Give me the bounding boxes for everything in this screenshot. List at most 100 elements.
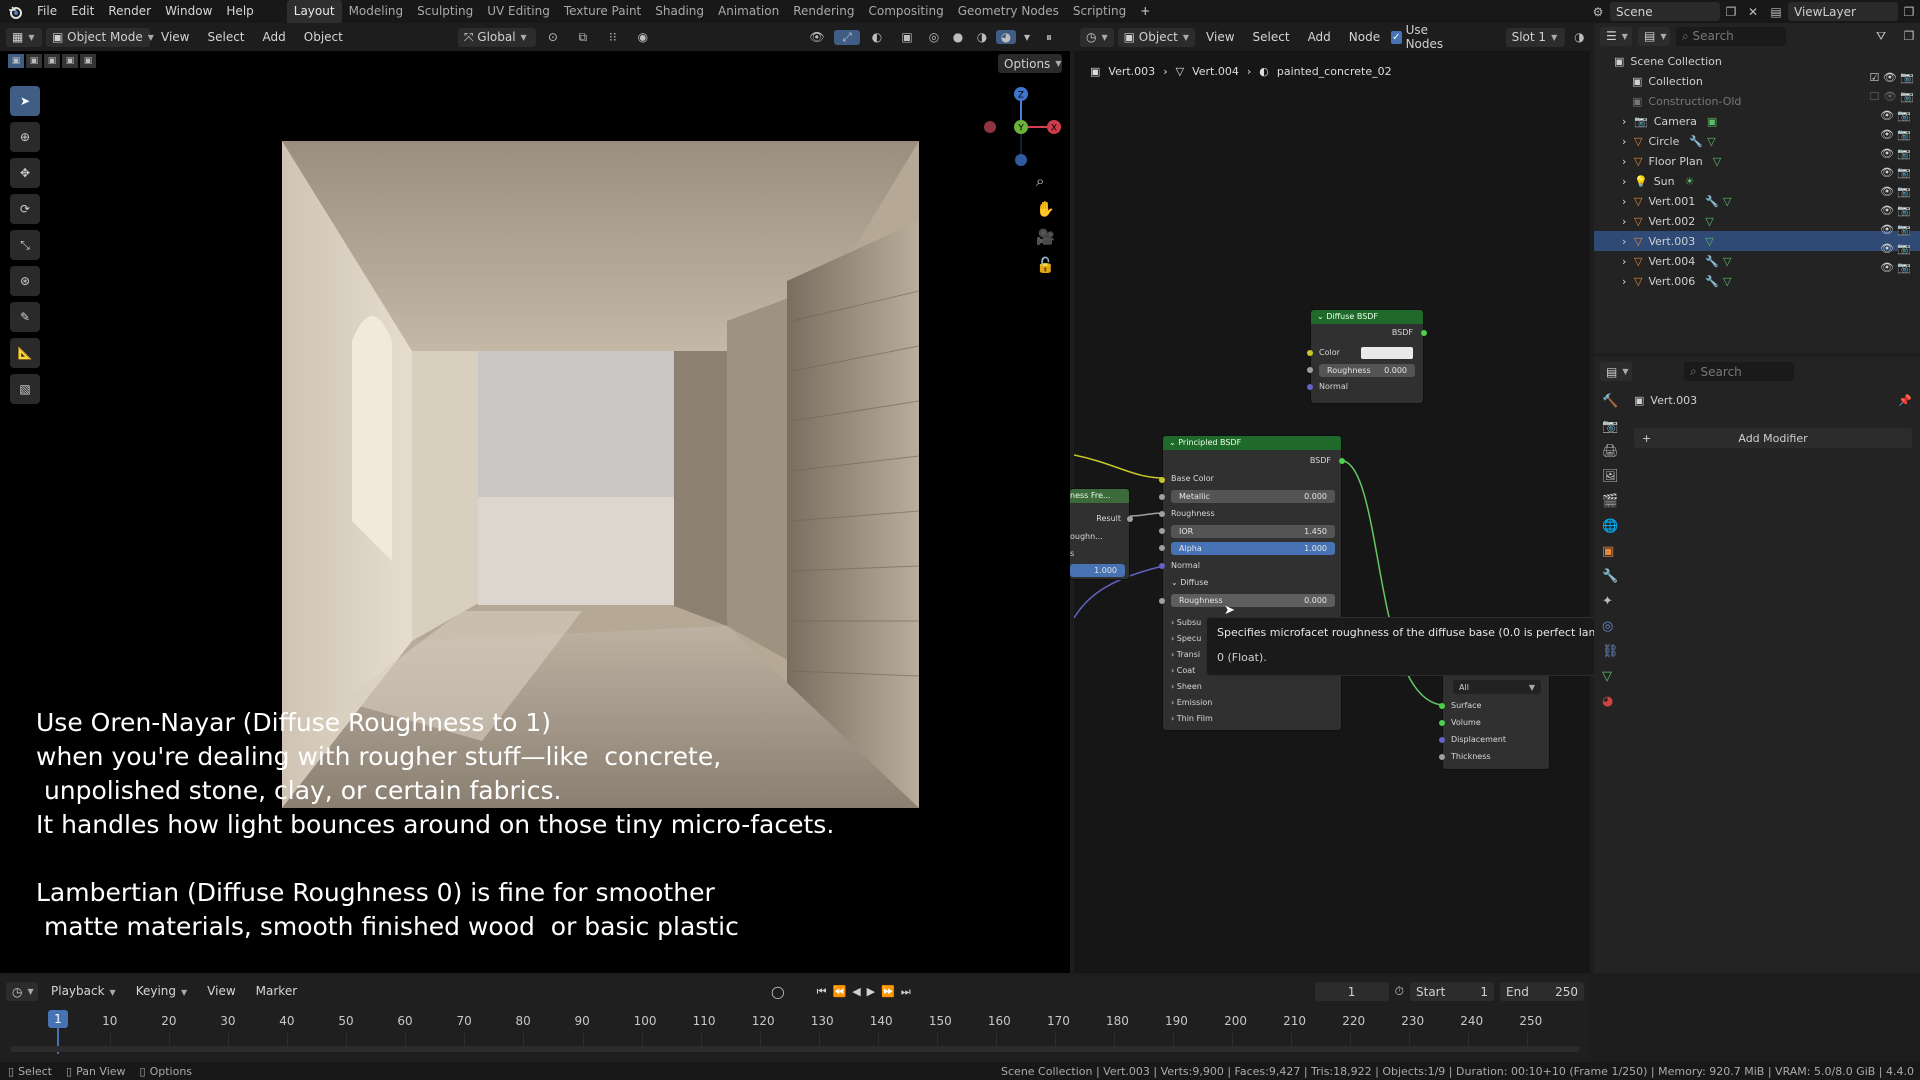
end-frame-field[interactable]: End 250 <box>1500 982 1584 1001</box>
alpha-field[interactable]: Alpha 1.000 <box>1171 542 1335 555</box>
visibility-toggles-camera[interactable]: 👁 📷 <box>1869 109 1914 122</box>
playhead[interactable]: 1 <box>48 1010 68 1028</box>
particles-properties-tab[interactable]: ✦ <box>1602 594 1619 609</box>
cursor-tool[interactable]: ⊕ <box>10 122 40 152</box>
normal-socket[interactable] <box>1307 384 1313 390</box>
view-layer-icon[interactable]: ▤ <box>1764 5 1788 19</box>
transform-orientation-selector[interactable]: ⤧ Global ▼ <box>457 27 536 47</box>
lock-icon[interactable]: 🔓 <box>1036 256 1055 274</box>
start-frame-field[interactable]: Start 1 <box>1410 982 1494 1001</box>
menu-edit[interactable]: Edit <box>64 0 101 23</box>
roughness-field[interactable]: Roughness 0.000 <box>1319 364 1415 377</box>
principled-bsdf-node[interactable]: ⌄ Principled BSDF BSDF Base Color Metall… <box>1159 435 1345 731</box>
material-output-node[interactable]: All ▼ Surface Volume Displacement Thickne… <box>1439 670 1550 770</box>
visibility-icon[interactable]: 👁 <box>804 30 830 44</box>
visibility-toggles-collection[interactable]: ☑ 👁 📷 <box>1869 71 1914 84</box>
visibility-toggles-vert002[interactable]: 👁 📷 <box>1869 204 1914 217</box>
color-socket[interactable] <box>1307 350 1313 356</box>
tab-shading[interactable]: Shading <box>648 0 711 23</box>
expand-arrow-icon[interactable]: › <box>1622 195 1634 208</box>
visibility-toggles-circle[interactable]: 👁 📷 <box>1869 128 1914 141</box>
pivot-icon[interactable]: ⊙ <box>540 30 566 44</box>
hand-pan-icon[interactable]: ✋ <box>1036 200 1055 218</box>
select-extend-icon[interactable]: ▣ <box>26 54 42 68</box>
visibility-toggles-sun[interactable]: 👁 📷 <box>1869 166 1914 179</box>
properties-search[interactable]: ⌕ Search <box>1684 362 1794 381</box>
diffuse-bsdf-node[interactable]: ⌄ Diffuse BSDF BSDF Color Roughness 0.000… <box>1307 309 1427 404</box>
expand-arrow-icon[interactable]: › <box>1622 255 1634 268</box>
constraints-properties-tab[interactable]: ⛓ <box>1602 644 1619 659</box>
visibility-toggles-construction[interactable]: ☐ 👁 📷 <box>1869 90 1914 103</box>
tab-animation[interactable]: Animation <box>711 0 786 23</box>
viewport-options-button[interactable]: Options ▼ <box>998 54 1062 73</box>
timeline-ruler[interactable]: 1102030405060708090100110120130140150160… <box>0 1002 1590 1054</box>
blender-logo-icon[interactable] <box>0 0 30 23</box>
next-keyframe-icon[interactable]: ⏩ <box>881 985 895 998</box>
shading-options-icon[interactable]: ▾ <box>1020 30 1034 44</box>
diffuse-roughness-socket[interactable] <box>1159 598 1165 604</box>
outliner-row[interactable]: › ▽ Vert.006 🔧 ▽ <box>1594 271 1920 291</box>
rotate-tool[interactable]: ⟳ <box>10 194 40 224</box>
physics-properties-tab[interactable]: ◎ <box>1602 619 1619 634</box>
fresnel-value-field[interactable]: 1.000 <box>1070 564 1125 577</box>
diffuse-panel-toggle[interactable]: ⌄ Diffuse <box>1171 578 1208 587</box>
shading-wireframe-icon[interactable]: ◎ <box>924 30 944 44</box>
annotate-tool[interactable]: ✎ <box>10 302 40 332</box>
expand-arrow-icon[interactable]: › <box>1622 175 1634 188</box>
tab-uv-editing[interactable]: UV Editing <box>480 0 557 23</box>
visibility-toggles-floor-plan[interactable]: 👁 📷 <box>1869 147 1914 160</box>
filter-icon[interactable]: ⛛ <box>1870 29 1892 44</box>
view-layer-properties-tab[interactable]: 🖼 <box>1602 469 1619 484</box>
thickness-socket[interactable] <box>1439 754 1445 760</box>
add-workspace-icon[interactable]: + <box>1133 0 1157 23</box>
tab-compositing[interactable]: Compositing <box>861 0 950 23</box>
color-swatch[interactable] <box>1361 347 1413 359</box>
output-target-selector[interactable]: All ▼ <box>1453 680 1541 694</box>
diffuse-roughness-field[interactable]: Roughness 0.000 <box>1171 594 1335 607</box>
pause-render-icon[interactable]: ⏸ <box>1038 30 1060 45</box>
panel-specular[interactable]: › Specu <box>1171 634 1201 643</box>
outliner-editor-type[interactable]: ☰ ▼ <box>1600 26 1632 46</box>
expand-arrow-icon[interactable]: › <box>1622 155 1634 168</box>
timeline-marker-menu[interactable]: Marker <box>249 980 304 1003</box>
move-tool[interactable]: ✥ <box>10 158 40 188</box>
panel-transmission[interactable]: › Transi <box>1171 650 1200 659</box>
outliner-row-scene-collection[interactable]: ▣ Scene Collection <box>1594 51 1920 71</box>
play-icon[interactable]: ▶ <box>867 985 875 998</box>
ior-socket[interactable] <box>1159 528 1165 534</box>
outliner-search[interactable]: ⌕ Search <box>1676 26 1786 46</box>
pin-icon[interactable]: 📌 <box>1898 394 1912 407</box>
scene-selector[interactable]: Scene <box>1610 2 1720 21</box>
menu-help[interactable]: Help <box>219 0 260 23</box>
new-collection-icon[interactable]: ❐ <box>1898 29 1920 43</box>
displacement-socket[interactable] <box>1439 737 1445 743</box>
proportional-edit-icon[interactable]: ◉ <box>630 30 656 44</box>
viewport-menu-add[interactable]: Add <box>256 26 293 49</box>
material-properties-tab[interactable]: ◕ <box>1602 694 1619 709</box>
normal-socket[interactable] <box>1159 563 1165 569</box>
add-modifier-button[interactable]: + Add Modifier <box>1634 428 1912 448</box>
play-reverse-icon[interactable]: ◀ <box>852 985 860 998</box>
viewport-menu-view[interactable]: View <box>154 26 196 49</box>
measure-tool[interactable]: 📐 <box>10 338 40 368</box>
world-properties-tab[interactable]: 🌐 <box>1602 519 1619 534</box>
scale-tool[interactable]: ⤡ <box>10 230 40 260</box>
new-scene-icon[interactable]: ❐ <box>1720 5 1742 19</box>
timeline-scrollbar[interactable] <box>10 1046 1580 1052</box>
record-icon[interactable]: ◯ <box>771 985 784 999</box>
viewport-menu-select[interactable]: Select <box>200 26 251 49</box>
tab-geometry-nodes[interactable]: Geometry Nodes <box>951 0 1066 23</box>
panel-coat[interactable]: › Coat <box>1171 666 1195 675</box>
current-frame-field[interactable]: 1 <box>1314 982 1389 1001</box>
timeline-keying-menu[interactable]: Keying ▼ <box>129 980 194 1003</box>
bsdf-output-socket[interactable] <box>1421 330 1427 336</box>
properties-editor-type[interactable]: ▤ ▼ <box>1600 362 1632 381</box>
metallic-socket[interactable] <box>1159 494 1165 500</box>
tab-texture-paint[interactable]: Texture Paint <box>557 0 648 23</box>
select-invert-icon[interactable]: ▣ <box>62 54 78 68</box>
base-color-socket[interactable] <box>1159 477 1165 483</box>
timeline-editor-type[interactable]: ◷ ▼ <box>6 982 38 1001</box>
tool-properties-tab[interactable]: 🔨 <box>1602 394 1619 409</box>
new-view-layer-icon[interactable]: ❐ <box>1898 5 1920 19</box>
navigation-gizmo[interactable]: Z X Y <box>978 84 1064 170</box>
